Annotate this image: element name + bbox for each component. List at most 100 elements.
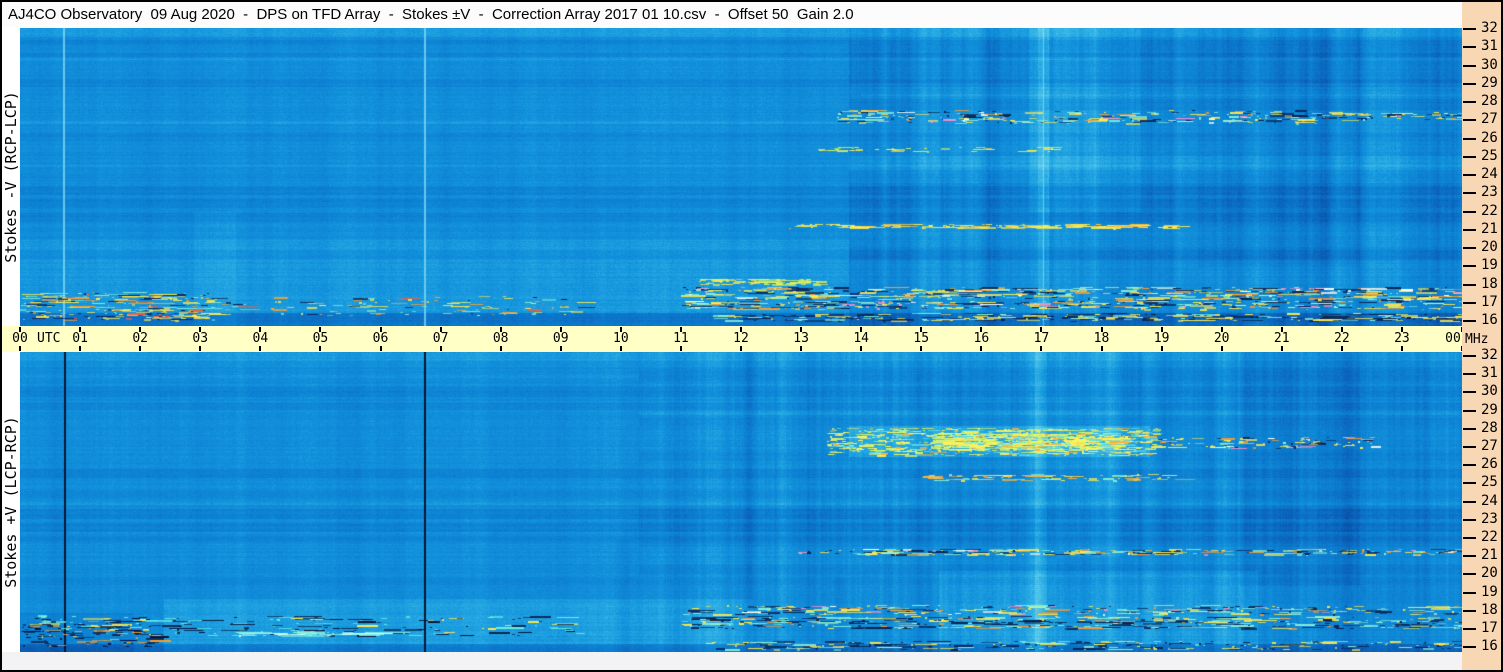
freq-tick [1463,174,1476,176]
freq-tick [1463,265,1476,268]
freq-tick [1463,537,1476,539]
time-tick [259,346,262,351]
freq-tick-label: 31 [1481,365,1498,382]
time-tick-label: 05 [312,331,329,346]
freq-tick [1463,646,1476,649]
freq-tick-label: 17 [1481,620,1498,636]
freq-tick-label: 24 [1481,492,1498,509]
frequency-unit-label: MHz [1465,332,1489,347]
bottom-margin [0,652,1462,672]
app-window: AJ4CO Observatory 09 Aug 2020 - DPS on T… [0,0,1503,672]
time-tick [139,346,142,351]
time-tick [559,346,562,351]
freq-tick-label: 25 [1481,474,1498,491]
freq-tick-label: 20 [1481,565,1498,582]
freq-tick-label: 18 [1481,275,1498,292]
time-tick-label: 17 [1033,331,1050,346]
time-axis: UTC 00 01 02 03 04 05 06 07 08 09 10 11 12 13 14 15 16 17… [0,326,1463,352]
time-tick-label: 00 [12,331,28,346]
freq-tick-label: 21 [1481,547,1498,564]
freq-tick [1463,555,1476,558]
time-unit-label: UTC [37,331,61,346]
time-tick-label: 00 [1445,331,1461,346]
time-tick [439,346,442,351]
freq-tick [1463,500,1476,503]
freq-tick [1463,228,1476,231]
freq-tick-label: 24 [1481,166,1498,182]
freq-tick-label: 28 [1481,419,1498,436]
freq-tick-label: 16 [1481,312,1498,328]
time-tick-label: 13 [793,331,809,346]
time-tick [1160,346,1163,351]
freq-tick-label: 28 [1481,93,1498,109]
freq-tick [1463,464,1476,467]
time-tick-label: 04 [252,331,269,346]
freq-tick-label: 20 [1481,239,1498,255]
freq-tick [1463,573,1476,576]
time-tick [920,346,923,351]
freq-tick-label: 29 [1481,74,1498,91]
y-axis-label-bottom-text: Stokes +V (LCP-RCP) [2,416,20,588]
freq-tick-label: 30 [1481,56,1498,73]
freq-tick [1463,591,1476,594]
time-tick-label: 12 [733,331,749,346]
time-tick-label: 14 [853,331,869,346]
y-axis-label-top-text: Stokes -V (RCP-LCP) [2,91,20,263]
time-tick [1340,346,1343,351]
freq-tick-label: 26 [1481,456,1498,473]
freq-tick-label: 27 [1481,111,1498,128]
time-tick-label: 21 [1273,331,1290,346]
freq-tick [1463,391,1476,394]
freq-tick-label: 25 [1481,147,1498,164]
freq-tick [1463,46,1476,49]
freq-tick [1463,247,1476,249]
time-tick-label: 18 [1093,331,1110,346]
freq-tick-label: 23 [1481,184,1498,201]
freq-tick [1463,101,1476,103]
spectrogram-bottom-panel [20,352,1462,652]
time-tick [79,346,82,351]
freq-tick [1463,64,1476,67]
time-tick [19,346,21,351]
freq-tick-label: 18 [1481,601,1498,618]
freq-tick [1463,409,1476,412]
time-tick [860,346,863,351]
freq-tick [1463,192,1476,195]
freq-tick [1463,283,1476,286]
freq-tick-label: 17 [1481,293,1498,310]
frequency-axis-strip: MHz 32 31 30 29 28 27 26 25 24 23 22 21 20 19 18 17 16 32… [1462,0,1503,672]
page-title: AJ4CO Observatory 09 Aug 2020 - DPS on T… [8,6,854,23]
freq-tick [1463,301,1476,304]
freq-tick-label: 31 [1481,38,1498,55]
freq-tick-label: 19 [1481,583,1498,600]
time-tick [1280,346,1283,351]
y-axis-label-bottom: Stokes +V (LCP-RCP) [2,416,20,588]
y-axis-label-top: Stokes -V (RCP-LCP) [2,91,20,263]
title-bar: AJ4CO Observatory 09 Aug 2020 - DPS on T… [2,2,1462,27]
time-tick [1040,346,1043,351]
freq-tick-label: 23 [1481,510,1498,527]
time-tick [1400,346,1403,351]
time-tick-label: 11 [673,331,689,346]
time-tick-label: 10 [613,331,629,346]
time-tick [679,346,682,351]
time-tick [319,346,322,351]
time-tick-label: 08 [492,331,509,346]
time-tick-label: 07 [432,331,449,346]
freq-tick [1463,373,1476,376]
freq-tick [1463,518,1476,521]
freq-tick [1463,427,1476,430]
freq-tick-label: 32 [1481,347,1498,363]
freq-tick [1463,320,1476,322]
time-tick-label: 03 [192,331,209,346]
freq-tick-label: 26 [1481,129,1498,146]
time-tick-label: 20 [1213,331,1230,346]
freq-tick-label: 22 [1481,529,1498,545]
time-tick-label: 16 [973,331,990,346]
time-tick-label: 19 [1153,331,1170,346]
freq-tick-label: 19 [1481,257,1498,274]
freq-tick [1463,155,1476,158]
time-tick [980,346,983,351]
time-tick [499,346,502,351]
freq-tick [1463,609,1476,612]
